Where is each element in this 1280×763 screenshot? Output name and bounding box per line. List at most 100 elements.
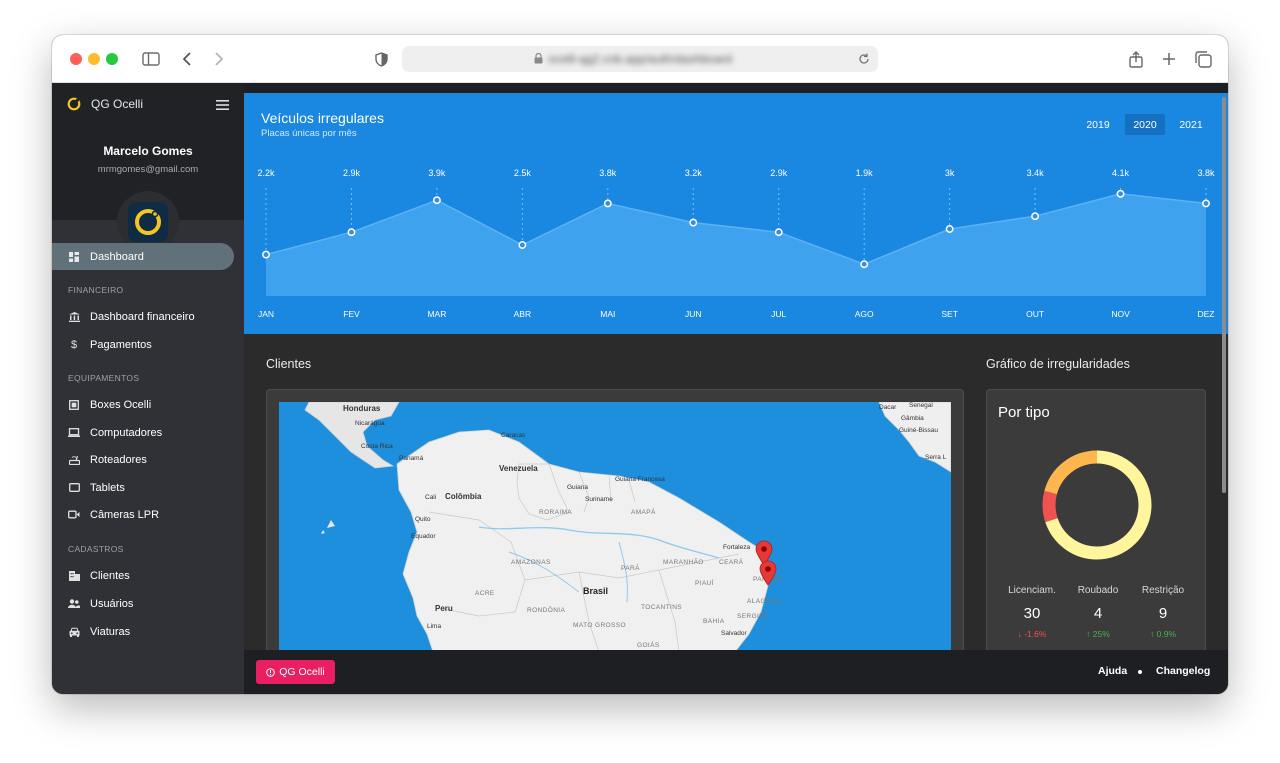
sidebar-item-label: Câmeras LPR [90,508,160,521]
data-point-jan[interactable] [262,250,270,259]
x-tick-label: FEV [343,309,360,319]
footer-separator-dot [1138,670,1142,674]
ocelli-logo-icon [67,97,81,111]
address-bar[interactable]: ocelli-qg2.cnb.app/auth/dashboard [402,46,878,72]
brand-name: QG Ocelli [91,97,144,111]
sidebar-item-dashboard-financeiro[interactable]: Dashboard financeiro [52,303,234,330]
data-point-set[interactable] [945,225,954,233]
map-label-maranhao: MARANHÃO [663,559,704,566]
stat-label: Restrição [1141,585,1185,596]
arrow-up-icon: ↑ [1150,629,1155,639]
x-tick-label: JUL [771,309,786,319]
browser-toolbar: ocelli-qg2.cnb.app/auth/dashboard [52,35,1228,83]
map-label-guine-bissau: Guiné-Bissau [899,427,939,434]
map-label-cali: Cali [425,494,437,501]
brand[interactable]: QG Ocelli [67,97,143,111]
year-2019-button[interactable]: 2019 [1078,114,1118,135]
map-label-bahia: BAHIA [703,618,725,625]
data-point-fev[interactable] [347,228,356,237]
close-window-button[interactable] [70,53,82,65]
sidebar-item-pagamentos[interactable]: $ Pagamentos [52,331,234,358]
menu-icon[interactable] [216,100,229,110]
year-2020-button[interactable]: 2020 [1125,114,1165,135]
page-content: QG Ocelli Marcelo Gomes mrmgomes@gmail.c… [52,83,1228,694]
map-label-sergipe: SERGIPE [737,613,769,620]
year-2021-button[interactable]: 2021 [1171,114,1211,135]
section-cadastros: CADASTROS [68,544,124,554]
stat-label: Licenciam. [1008,585,1056,596]
map-label-serra-leoa: Serra L [925,454,947,461]
data-point-jun[interactable] [689,218,698,227]
map-label-salvador: Salvador [721,630,747,637]
top-strip [244,83,1228,93]
bank-icon [68,311,80,323]
map-label-honduras: Honduras [343,404,381,413]
data-point-out[interactable] [1031,212,1040,221]
data-point-nov[interactable] [1116,189,1125,198]
sidebar-item-boxes-ocelli[interactable]: Boxes Ocelli [52,391,234,418]
box-icon [68,399,80,411]
qg-ocelli-button[interactable]: QG Ocelli [256,660,335,684]
stat-delta-value: -1.6% [1024,629,1047,639]
chart-title: Veículos irregulares [261,110,384,126]
x-tick-label: NOV [1111,309,1130,319]
sidebar-item-roteadores[interactable]: Roteadores [52,446,234,473]
map-marker-icon[interactable] [759,560,777,586]
map-label-tocantins: TOCANTINS [641,604,683,611]
vehicles-chart-card: 2.2k JAN 2.9k FEV 3.9k MAR 2.5k ABR 3.8k MAI 3.2k J… [244,93,1228,334]
sidebar-item-label: Boxes Ocelli [90,398,152,411]
map-label-caracas: Caracas [501,432,526,439]
stat-delta: ↑ 0.9% [1128,629,1198,639]
map-card: Honduras Nicarágua Costa Rica Panamá Car… [266,389,964,694]
reload-icon[interactable] [856,51,872,67]
sidebar-item-usuarios[interactable]: Usuários [52,590,234,617]
sidebar-item-tablets[interactable]: Tablets [52,474,234,501]
minimize-window-button[interactable] [88,53,100,65]
changelog-link[interactable]: Changelog [1156,665,1210,677]
share-icon[interactable] [1123,46,1149,72]
data-point-mar[interactable] [432,196,441,205]
section-financeiro: FINANCEIRO [68,285,124,295]
sidebar: QG Ocelli Marcelo Gomes mrmgomes@gmail.c… [52,83,244,694]
sidebar-item-label: Tablets [90,481,125,494]
map-label-panama: Panamá [399,455,424,462]
data-point-ago[interactable] [860,260,869,269]
arrow-down-icon: ↓ [1017,629,1022,639]
sidebar-toggle-icon[interactable] [138,46,164,72]
tab-overview-icon[interactable] [1190,46,1216,72]
sidebar-item-clientes[interactable]: Clientes [52,562,234,589]
help-link[interactable]: Ajuda [1098,665,1127,677]
sidebar-item-computadores[interactable]: Computadores [52,419,234,446]
arrow-up-icon: ↑ [1086,629,1091,639]
scrollbar[interactable] [1222,97,1226,493]
map-label-goias: GOIÁS [637,642,660,649]
data-label: 2.9k [770,168,788,178]
data-point-jul[interactable] [774,228,783,237]
stat-delta-value: 25% [1092,629,1110,639]
forward-icon[interactable] [206,46,232,72]
sidebar-item-viaturas[interactable]: Viaturas [52,618,234,645]
data-point-abr[interactable] [518,241,527,249]
main-area: 2.2k JAN 2.9k FEV 3.9k MAR 2.5k ABR 3.8k MAI 3.2k J… [244,83,1228,694]
map-label-gambia: Gâmbia [901,415,924,422]
shield-icon[interactable] [368,46,394,72]
data-label: 2.5k [514,168,532,178]
map-label-roraima: RORAIMA [539,509,573,516]
map-label-quito: Quito [415,516,431,523]
map-label-mato-grosso: MATO GROSSO [573,622,626,629]
back-icon[interactable] [174,46,200,72]
map-label-senegal: Senegal [909,402,933,409]
map-label-brasil: Brasil [583,586,609,596]
map-label-peru: Peru [435,604,453,613]
dollar-icon: $ [70,338,78,351]
map-label-suriname: Suriname [585,496,613,503]
sidebar-item-cameras-lpr[interactable]: Câmeras LPR [52,501,234,528]
dashboard-icon [68,251,80,263]
sidebar-item-dashboard[interactable]: Dashboard [52,243,234,270]
user-name: Marcelo Gomes [103,144,193,158]
zoom-window-button[interactable] [106,53,118,65]
map-label-amapa: AMAPÁ [631,509,656,516]
data-point-mai[interactable] [603,199,612,208]
new-tab-icon[interactable] [1156,46,1182,72]
data-point-dez[interactable] [1202,199,1210,208]
